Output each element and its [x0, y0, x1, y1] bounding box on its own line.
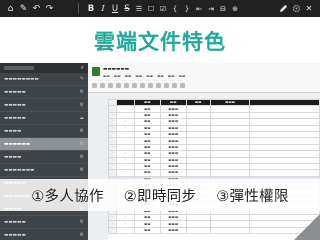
tool-icon: [92, 83, 97, 88]
tool-icon: [172, 83, 177, 88]
sidebar-item: ▬▬▬▬▬▬▬ ⚙: [0, 164, 88, 177]
gear-icon: ⚙: [79, 89, 84, 95]
slide-title: 雲端文件特色: [94, 30, 226, 54]
sidebar-item-label: ▬▬▬▬▬: [4, 89, 26, 95]
feature-banner: ①多人協作 ②即時同步 ③彈性權限: [0, 179, 320, 211]
tool-icon: [132, 83, 137, 88]
edit-square-icon[interactable]: ✎: [17, 0, 30, 17]
sidebar-item-label: ▬▬▬▬▬: [4, 232, 26, 238]
sidebar-item-label: ▬▬▬▬▬▬▬: [4, 167, 35, 173]
gear-icon[interactable]: [289, 0, 303, 17]
bold-button[interactable]: B: [85, 0, 97, 17]
tool-icon: [164, 83, 169, 88]
tool-icon: [116, 83, 121, 88]
menu-item: ▬▬: [156, 74, 164, 78]
sidebar-item: ▬▬▬▬▬ ⚙: [0, 216, 88, 229]
feature-collaboration: ①多人協作: [31, 188, 104, 205]
search-placeholder-bar: [4, 66, 34, 70]
sheet-menu: ▬▬ ▬▬ ▬▬ ▬▬ ▬▬ ▬▬ ▬▬ ▬▬: [103, 74, 185, 78]
sheet-table: ▬▬ ▬▬ ▬▬ ▬▬▬ · · ▬▬ ▬▬▬ · · ▬▬ ▬▬▬ · · ▬▬ ▬▬▬ · · ▬▬ ▬▬…: [108, 98, 320, 235]
toolbar-divider: [78, 3, 79, 14]
sidebar-item-label: ▬▬▬▬▬: [4, 115, 26, 121]
sidebar-item-label: ▬▬▬▬: [4, 154, 22, 160]
redo-icon[interactable]: ↷: [43, 0, 56, 17]
sheet-icon: [92, 67, 100, 76]
sidebar-item-label: ▬▬▬▬▬: [4, 102, 26, 108]
sidebar-item-active: ▬▬▬▬▬▬ ⚙: [0, 138, 88, 151]
outdent-icon[interactable]: ⇤: [193, 0, 205, 17]
braces-icon[interactable]: {: [169, 0, 181, 17]
undo-icon[interactable]: ↶: [30, 0, 43, 17]
sidebar-item: ▬▬▬▬▬ ⚙: [0, 229, 88, 240]
spreadsheet-screenshot: ⌕ ▬▬▬▬▬▬▬▬ ✎ ▬▬▬▬▬ ⚙ ▬▬▬▬▬ ⚙ ▬▬▬▬▬ ☁ ▬▬▬▬ ⚙ ▬…: [0, 63, 320, 240]
tool-icon: [108, 83, 113, 88]
sidebar-item-label: ▬▬▬▬▬: [4, 219, 26, 225]
pen-icon[interactable]: [276, 0, 290, 17]
underline-button[interactable]: U: [109, 0, 121, 17]
gear-icon: ⚙: [79, 154, 84, 160]
menu-item: ▬▬: [103, 74, 110, 78]
table-row: ··▬▬▬▬▬: [108, 226, 320, 235]
menu-item: ▬▬: [124, 74, 132, 78]
gear-icon: ⚙: [79, 167, 84, 173]
braces-close-icon[interactable]: }: [181, 0, 193, 17]
tool-icon: [156, 83, 161, 88]
tool-icon: [180, 83, 185, 88]
tool-icon: [148, 83, 153, 88]
sidebar-item-label: ▬▬▬▬: [4, 128, 22, 134]
feature-permissions: ③彈性權限: [216, 188, 289, 205]
checkbox-icon[interactable]: ☐: [145, 0, 157, 17]
italic-button[interactable]: I: [97, 0, 109, 17]
gear-icon: ⚙: [79, 219, 84, 225]
cloud-icon: ☁: [79, 115, 84, 121]
sheet-grid: ▬▬ ▬▬ ▬▬ ▬▬▬ · · ▬▬ ▬▬▬ · · ▬▬ ▬▬▬ · · ▬▬ ▬▬▬ · · ▬▬ ▬▬…: [108, 98, 320, 240]
file-sidebar: ⌕ ▬▬▬▬▬▬▬▬ ✎ ▬▬▬▬▬ ⚙ ▬▬▬▬▬ ⚙ ▬▬▬▬▬ ☁ ▬▬▬▬ ⚙ ▬…: [0, 63, 88, 240]
sidebar-item: ▬▬▬▬▬ ⚙: [0, 86, 88, 99]
sidebar-item: ▬▬▬▬▬ ☁: [0, 112, 88, 125]
page-fold-corner: [294, 214, 320, 240]
gear-icon: ⚙: [79, 232, 84, 238]
menu-item: ▬▬: [167, 74, 175, 78]
sidebar-search: ⌕: [0, 63, 88, 73]
sidebar-item: ▬▬▬▬ ⚙: [0, 125, 88, 138]
sidebar-item-label: ▬▬▬▬▬▬▬▬: [4, 76, 39, 82]
gear-icon: ⚙: [79, 102, 84, 108]
home-icon[interactable]: ⌂: [4, 0, 17, 17]
menu-item: ▬▬: [146, 74, 153, 78]
strikethrough-button[interactable]: S: [121, 0, 133, 17]
sidebar-item: ▬▬▬▬ ⚙: [0, 151, 88, 164]
tool-icon: [124, 83, 129, 88]
feature-sync: ②即時同步: [123, 188, 197, 205]
sidebar-item: ▬▬▬▬▬▬▬▬ ✎: [0, 73, 88, 86]
sheet-title: ▬▬▬▬▬▬: [103, 67, 130, 72]
editor-toolbar: ⌂ ✎ ↶ ↷ B I U S ☰ ☐ ☑ { } ⇤ ⇥ ⊟ ⊕ ✕: [0, 0, 320, 17]
spreadsheet-header: ▬▬▬▬▬▬ ▬▬ ▬▬ ▬▬ ▬▬ ▬▬ ▬▬ ▬▬ ▬▬: [88, 63, 320, 93]
menu-item: ▬▬: [178, 74, 186, 78]
gear-icon: ⚙: [79, 141, 84, 147]
tool-icon: [140, 83, 145, 88]
circle-plus-icon[interactable]: ⊕: [229, 0, 241, 17]
menu-item: ▬▬: [113, 74, 121, 78]
sidebar-item-label: ▬▬▬▬▬▬: [4, 141, 31, 147]
sheet-toolbar: [92, 83, 185, 88]
link-icon[interactable]: ⊟: [217, 0, 229, 17]
menu-item: ▬▬: [135, 74, 143, 78]
checkbox-checked-icon[interactable]: ☑: [157, 0, 169, 17]
checklist-icon[interactable]: ☰: [133, 0, 145, 17]
close-icon[interactable]: ✕: [302, 0, 316, 17]
search-icon: ⌕: [80, 64, 84, 71]
pencil-icon: ✎: [79, 76, 84, 82]
gear-icon: ⚙: [79, 128, 84, 134]
indent-icon[interactable]: ⇥: [205, 0, 217, 17]
sidebar-item: ▬▬▬▬▬ ⚙: [0, 99, 88, 112]
tool-icon: [100, 83, 105, 88]
